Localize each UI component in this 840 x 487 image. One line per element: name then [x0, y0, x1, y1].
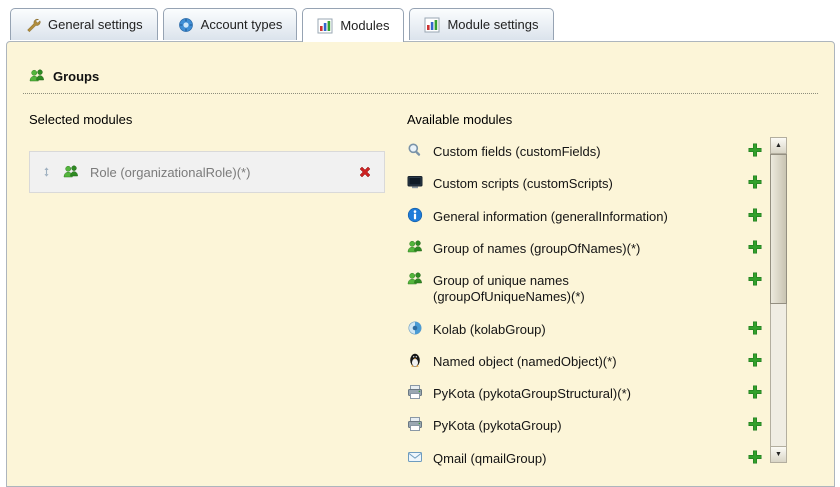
- tab-account-types[interactable]: Account types: [162, 8, 298, 40]
- tab-modules[interactable]: Modules: [302, 8, 405, 42]
- tab-module-settings[interactable]: Module settings: [409, 8, 554, 40]
- groups-icon: [63, 164, 79, 180]
- module-columns: Selected modules Role (organizationalRol…: [29, 112, 818, 474]
- available-module-label: Qmail (qmailGroup): [433, 450, 547, 466]
- groups-icon: [29, 68, 45, 84]
- available-modules-heading: Available modules: [407, 112, 513, 127]
- account-types-icon: [178, 17, 194, 33]
- available-module-row: PyKota (pykotaGroupStructural)(*): [407, 377, 763, 409]
- tab-general-settings[interactable]: General settings: [10, 8, 158, 40]
- bar-chart-icon: [317, 18, 333, 34]
- bar-chart-icon: [424, 17, 440, 33]
- selected-module-label: Role (organizationalRole)(*): [90, 164, 251, 180]
- printer-icon: [407, 384, 423, 400]
- screen-icon: [407, 174, 423, 190]
- delete-x-icon[interactable]: [357, 164, 373, 180]
- selected-module-row[interactable]: Role (organizationalRole)(*): [29, 151, 385, 193]
- scrollbar[interactable]: ▲ ▼: [770, 137, 787, 463]
- modules-panel: Groups Selected modules Role (organizati…: [6, 41, 835, 487]
- scroll-up-arrow-icon[interactable]: ▲: [771, 138, 786, 154]
- add-plus-icon[interactable]: [747, 320, 763, 336]
- available-module-row: Custom fields (customFields): [407, 135, 763, 167]
- available-modules-column: Available modules Custom fields (customF…: [407, 112, 818, 474]
- printer-icon: [407, 416, 423, 432]
- add-plus-icon[interactable]: [747, 271, 763, 287]
- available-module-label: Group of names (groupOfNames)(*): [433, 240, 641, 256]
- available-module-label: PyKota (pykotaGroup): [433, 418, 562, 434]
- info-icon: [407, 207, 423, 223]
- available-module-label: PyKota (pykotaGroupStructural)(*): [433, 386, 631, 401]
- available-module-label: Custom scripts (customScripts): [433, 176, 613, 192]
- section-title: Groups: [53, 68, 100, 84]
- add-plus-icon[interactable]: [747, 207, 763, 223]
- available-module-row: Kolab (kolabGroup): [407, 313, 763, 345]
- available-module-label: Custom fields (customFields): [433, 144, 601, 159]
- drag-handle-icon[interactable]: [41, 164, 52, 180]
- available-module-label: General information (generalInformation): [433, 208, 668, 224]
- section-header: Groups: [23, 68, 818, 94]
- add-plus-icon[interactable]: [747, 142, 763, 158]
- selected-modules-list: Role (organizationalRole)(*): [29, 151, 385, 193]
- available-module-row: Group of names (groupOfNames)(*): [407, 232, 763, 264]
- wrench-icon: [25, 17, 41, 33]
- scrollbar-thumb[interactable]: [770, 154, 787, 304]
- scroll-down-arrow-icon[interactable]: ▼: [771, 446, 786, 462]
- available-module-row: Group of unique names (groupOfUniqueName…: [407, 264, 763, 313]
- groups-icon: [407, 271, 423, 287]
- add-plus-icon[interactable]: [747, 384, 763, 400]
- selected-modules-column: Selected modules Role (organizationalRol…: [29, 112, 385, 474]
- tab-label: Account types: [200, 17, 283, 32]
- magnifier-icon: [407, 142, 423, 158]
- add-plus-icon[interactable]: [747, 416, 763, 432]
- available-module-row: PyKota (pykotaGroup): [407, 409, 763, 441]
- add-plus-icon[interactable]: [747, 352, 763, 368]
- tab-bar: General settings Account types Modules M…: [10, 8, 554, 42]
- available-module-row: Custom scripts (customScripts): [407, 167, 763, 199]
- tab-label: General settings: [48, 17, 143, 32]
- mail-icon: [407, 449, 423, 465]
- tab-label: Modules: [340, 18, 390, 33]
- available-module-label: Named object (namedObject)(*): [433, 353, 617, 369]
- available-module-row: General information (generalInformation): [407, 200, 763, 232]
- add-plus-icon[interactable]: [747, 239, 763, 255]
- available-modules-wrap: Custom fields (customFields) Custom scri…: [407, 135, 818, 474]
- available-modules-list: Custom fields (customFields) Custom scri…: [407, 135, 763, 474]
- add-plus-icon[interactable]: [747, 174, 763, 190]
- available-module-row: Qmail (qmailGroup): [407, 442, 763, 474]
- groups-icon: [407, 239, 423, 255]
- selected-modules-heading: Selected modules: [29, 112, 133, 127]
- available-module-label: Group of unique names (groupOfUniqueName…: [433, 273, 585, 305]
- available-module-label: Kolab (kolabGroup): [433, 321, 546, 337]
- penguin-icon: [407, 352, 423, 368]
- add-plus-icon[interactable]: [747, 449, 763, 465]
- available-module-row: Named object (namedObject)(*): [407, 345, 763, 377]
- tab-label: Module settings: [447, 17, 539, 32]
- kolab-icon: [407, 320, 423, 336]
